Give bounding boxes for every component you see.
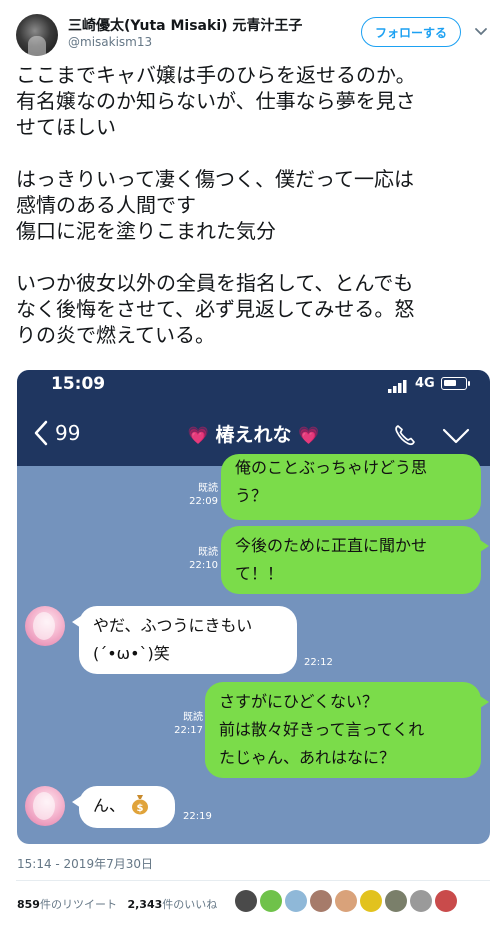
friend-avatar[interactable] xyxy=(25,606,65,646)
tweet-line: りの炎で燃えている。 xyxy=(16,323,215,347)
liker-avatar[interactable] xyxy=(335,890,357,912)
phone-status-bar: 15:09 4G xyxy=(17,370,490,402)
phone-icon[interactable] xyxy=(393,423,417,447)
message-time: 22:17 xyxy=(174,725,203,736)
message-line: (´•ω•`)笑 xyxy=(93,644,170,663)
message-bubble: さすがにひどくない？ 前は散々好きって言ってくれ たじゃん、あれはなに？ xyxy=(205,682,481,778)
liker-avatar[interactable] xyxy=(410,890,432,912)
read-receipt: 既読 xyxy=(198,547,218,558)
liker-avatar[interactable] xyxy=(285,890,307,912)
follow-button[interactable]: フォローする xyxy=(361,17,461,47)
message-line: ん、 xyxy=(93,796,126,815)
message-line: 前は散々好きって言ってくれ xyxy=(219,720,425,739)
message-time: 22:10 xyxy=(189,560,218,571)
message-line: う？ xyxy=(235,486,268,505)
message-bubble: 俺のことぶっちゃけどう思 う？ xyxy=(221,454,481,520)
retweet-label[interactable]: 件のリツイート xyxy=(40,898,117,911)
message-bubble: ん、 $ xyxy=(79,786,175,828)
display-name[interactable]: 三崎優太(Yuta Misaki) 元青汁王子 xyxy=(68,15,302,35)
message-bubble: やだ、ふつうにきもい (´•ω•`)笑 xyxy=(79,606,297,674)
message-time: 22:19 xyxy=(183,811,212,822)
message-line: やだ、ふつうにきもい xyxy=(93,616,253,635)
divider xyxy=(16,880,490,881)
tweet-stats: 859件のリツイート 2,343件のいいね xyxy=(17,896,217,912)
message-time: 22:12 xyxy=(304,657,333,668)
message-meta: 既読 22:17 xyxy=(165,711,203,737)
message-line: て！！ xyxy=(235,564,284,583)
message-bubble: 今後のために正直に聞かせ て！！ xyxy=(221,526,481,594)
liker-avatar[interactable] xyxy=(385,890,407,912)
heart-icon: 💗 xyxy=(298,426,320,446)
message-line: 今後のために正直に聞かせ xyxy=(235,536,428,555)
user-handle[interactable]: @misakism13 xyxy=(68,35,152,49)
chat-title-text: 椿えれな xyxy=(215,424,292,446)
message-line: たじゃん、あれはなに？ xyxy=(219,748,396,767)
message-time: 22:09 xyxy=(189,496,218,507)
attached-image[interactable]: 15:09 4G 99 💗 椿えれな 💗 既読 22:09 俺のことぶっちゃけど… xyxy=(17,370,490,844)
money-bag-icon: $ xyxy=(132,795,149,815)
avatar[interactable] xyxy=(16,14,58,56)
chat-title: 💗 椿えれな 💗 xyxy=(17,420,490,447)
chat-area: 既読 22:09 俺のことぶっちゃけどう思 う？ 既読 22:10 今後のために… xyxy=(17,454,490,844)
tweet-text: ここまでキャバ嬢は手のひらを返せるのか。 有名嬢なのか知らないが、仕事なら夢を見… xyxy=(16,62,490,348)
liker-avatar[interactable] xyxy=(235,890,257,912)
svg-text:$: $ xyxy=(137,803,144,814)
tweet-timestamp[interactable]: 15:14 - 2019年7月30日 xyxy=(17,855,153,872)
tweet-line: 感情のある人間です xyxy=(16,193,196,217)
liker-avatar[interactable] xyxy=(360,890,382,912)
tweet-line: せてほしい xyxy=(16,115,116,139)
tweet-line: 有名嬢なのか知らないが、仕事なら夢を見さ xyxy=(16,89,416,113)
liker-avatar[interactable] xyxy=(435,890,457,912)
battery-icon xyxy=(441,377,467,390)
friend-avatar[interactable] xyxy=(25,786,65,826)
chevron-down-icon[interactable] xyxy=(472,22,490,40)
tweet-header: 三崎優太(Yuta Misaki) 元青汁王子 @misakism13 フォロー… xyxy=(0,0,500,60)
tweet-line: ここまでキャバ嬢は手のひらを返せるのか。 xyxy=(16,63,416,87)
message-line: 俺のことぶっちゃけどう思 xyxy=(235,458,428,477)
tweet-line: はっきりいって凄く傷つく、僕だって一応は xyxy=(16,167,414,191)
chevron-down-icon[interactable] xyxy=(442,428,470,444)
retweet-count[interactable]: 859 xyxy=(17,898,40,911)
tweet-line: なく後悔をさせて、必ず見返してみせる。怒 xyxy=(16,297,415,321)
signal-icon xyxy=(388,380,407,393)
read-receipt: 既読 xyxy=(183,712,203,723)
tweet-line: 傷口に泥を塗りこまれた気分 xyxy=(16,219,276,243)
tweet-line: いつか彼女以外の全員を指名して、とんでも xyxy=(16,271,414,295)
message-meta: 既読 22:09 xyxy=(180,482,218,508)
like-count[interactable]: 2,343 xyxy=(127,898,162,911)
message-line: さすがにひどくない？ xyxy=(219,692,379,711)
message-meta: 既読 22:10 xyxy=(180,546,218,572)
heart-icon: 💗 xyxy=(187,426,209,446)
like-label[interactable]: 件のいいね xyxy=(162,898,217,911)
status-time: 15:09 xyxy=(51,374,106,394)
liker-avatar[interactable] xyxy=(260,890,282,912)
network-label: 4G xyxy=(415,376,435,391)
read-receipt: 既読 xyxy=(198,483,218,494)
liker-avatar[interactable] xyxy=(310,890,332,912)
